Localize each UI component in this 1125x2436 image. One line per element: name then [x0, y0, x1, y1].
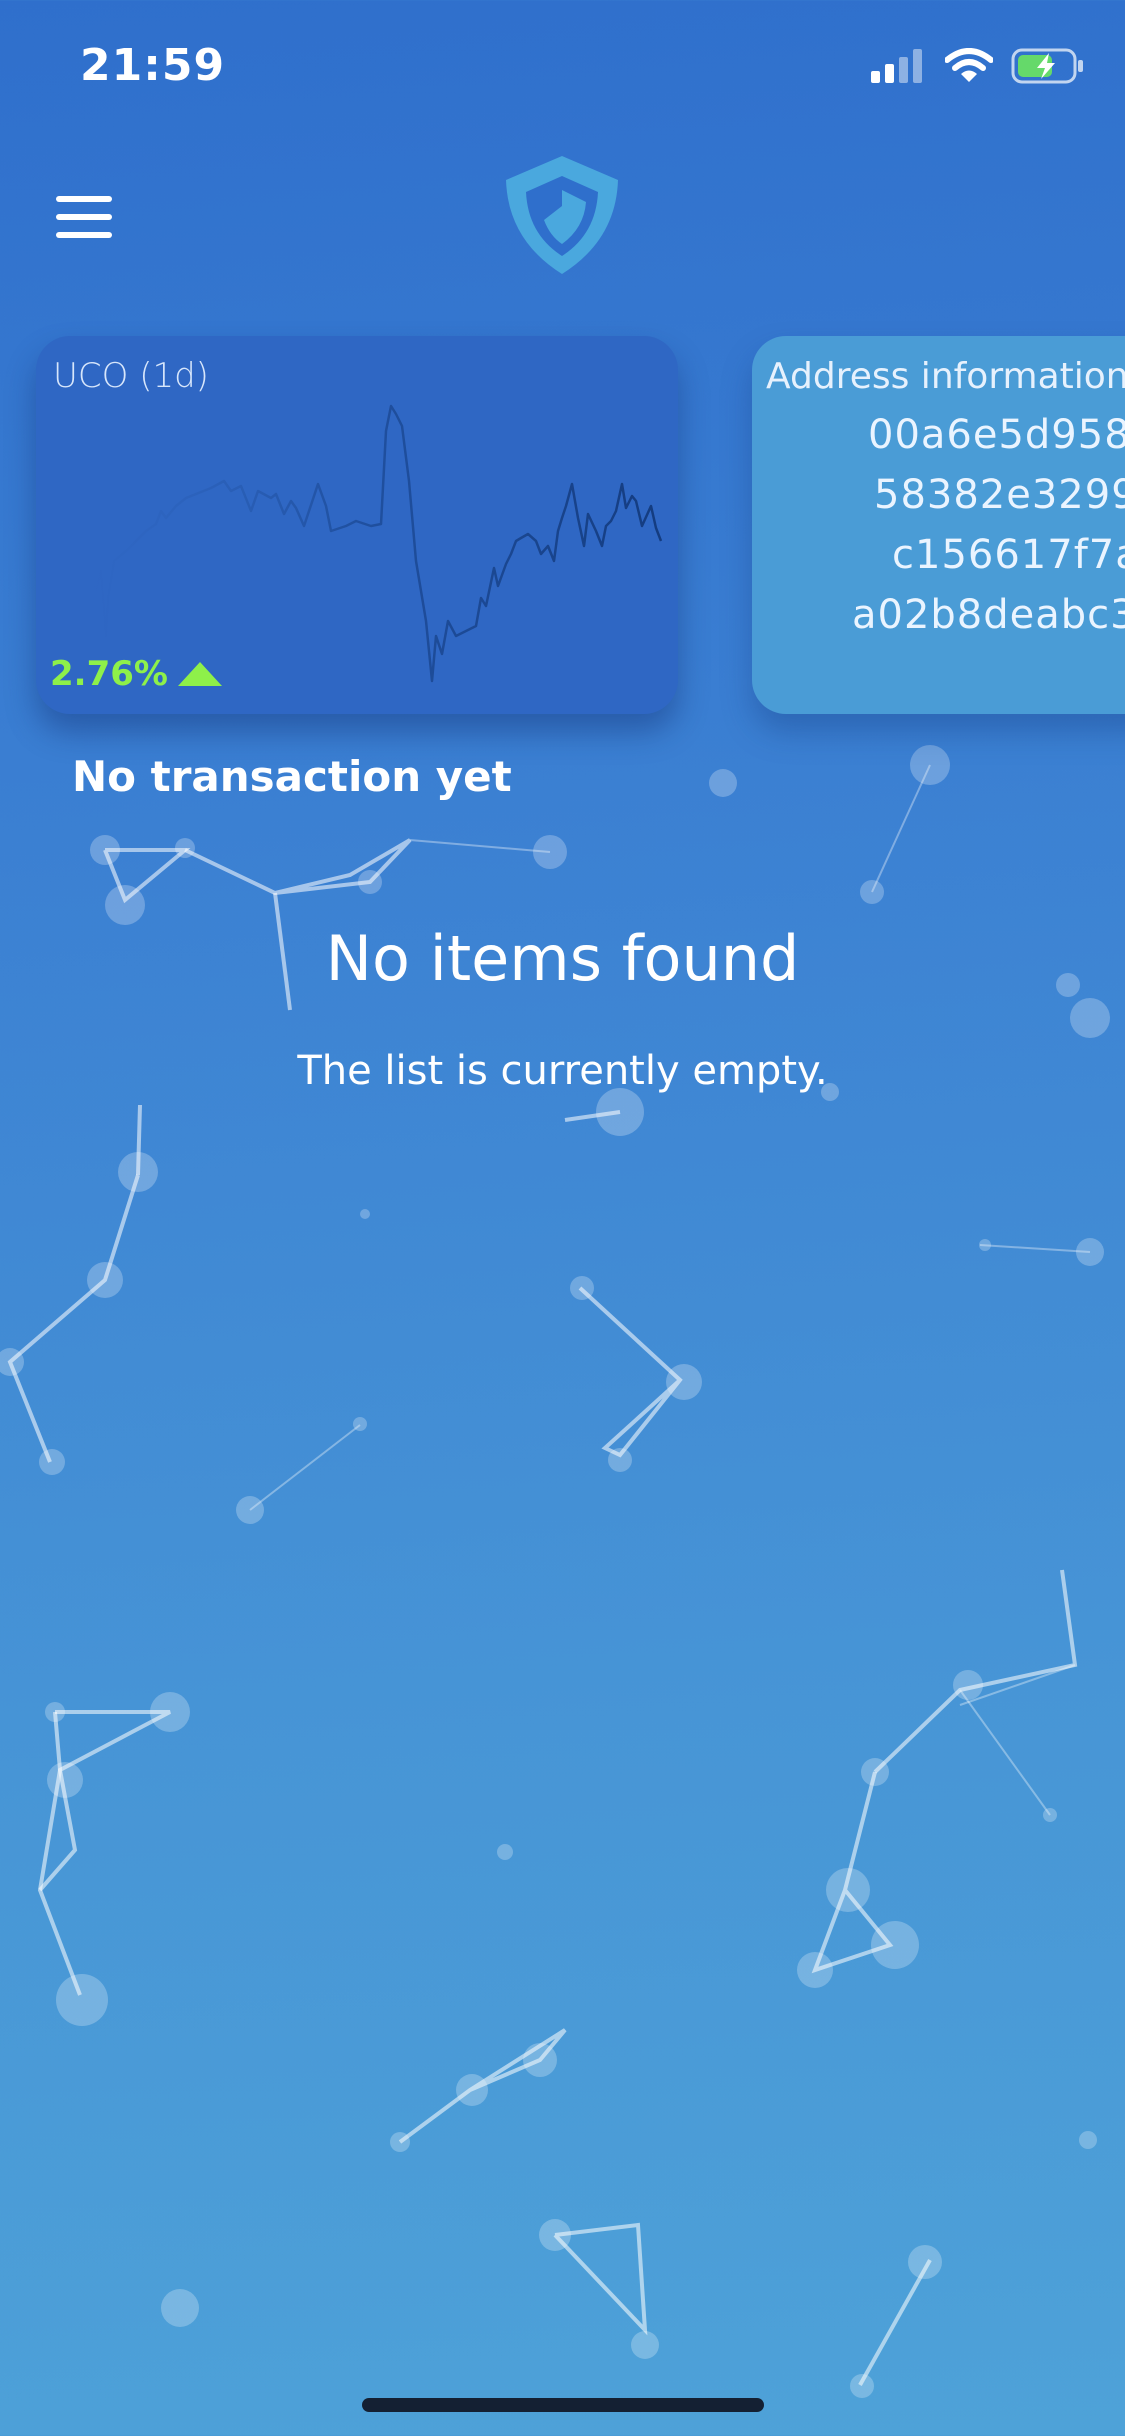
address-line: a02b8deabc3 — [852, 592, 1125, 638]
status-time: 21:59 — [80, 40, 226, 91]
address-line: 58382e3299c — [874, 472, 1125, 518]
home-indicator[interactable] — [362, 2398, 764, 2412]
menu-icon — [56, 196, 112, 202]
price-card[interactable]: UCO (1d) 2.76% — [36, 336, 678, 714]
address-card-title: Address information — [766, 356, 1125, 397]
address-line: c156617f7a2 — [892, 532, 1125, 578]
address-line: 00a6e5d958 — [868, 412, 1125, 458]
price-change: 2.76% — [50, 654, 222, 694]
status-icons — [871, 48, 1085, 84]
price-card-title: UCO (1d) — [53, 356, 209, 396]
price-change-value: 2.76% — [50, 654, 168, 694]
status-bar: 21:59 — [0, 0, 1125, 140]
wifi-icon — [945, 48, 993, 82]
battery-icon — [1011, 48, 1083, 84]
address-card[interactable]: Address information 00a6e5d958 58382e329… — [752, 336, 1125, 714]
menu-button[interactable] — [56, 196, 112, 240]
app-logo — [506, 156, 618, 274]
arrow-up-icon — [177, 662, 222, 686]
transactions-header: No transaction yet — [72, 752, 512, 801]
empty-state-subtitle: The list is currently empty. — [297, 1048, 828, 1094]
signal-icon — [871, 49, 922, 83]
empty-state-title: No items found — [325, 922, 800, 995]
